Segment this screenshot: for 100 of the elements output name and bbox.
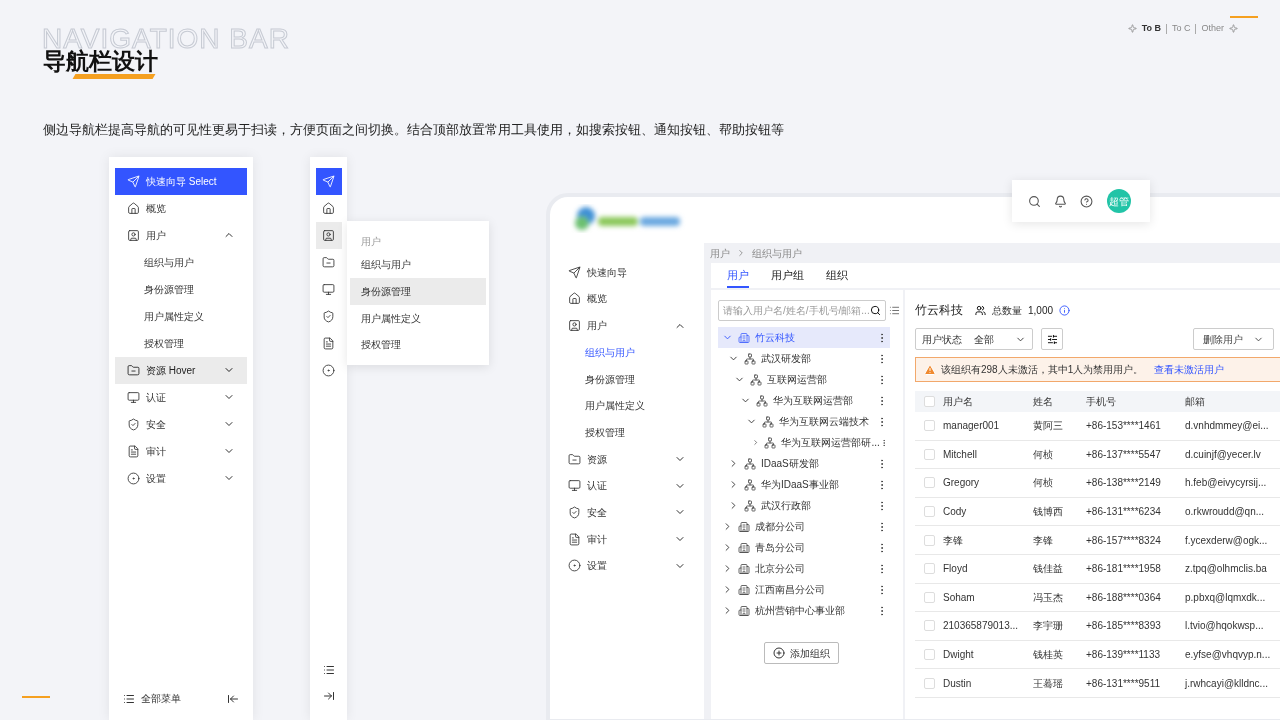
nav-subitem[interactable]: 用户属性定义 (115, 303, 247, 330)
search-icon[interactable] (1028, 194, 1041, 208)
tree-node[interactable]: 华为互联网云端技术 (718, 411, 890, 432)
nav-item[interactable]: 设置 (556, 552, 698, 580)
sparkle-icon (1127, 24, 1137, 34)
flyout-item[interactable]: 用户属性定义 (350, 304, 486, 332)
table-cell-text: o.rkwroudd@qn... (1185, 505, 1266, 520)
checkbox[interactable] (923, 620, 935, 632)
nav-subitem[interactable]: 组织与用户 (556, 339, 698, 366)
nav-item[interactable]: 概览 (115, 195, 247, 222)
checkbox[interactable] (923, 591, 935, 603)
folder-icon (568, 452, 581, 466)
nav-item[interactable]: 安全 (556, 499, 698, 526)
audience-tab[interactable]: To B (1141, 22, 1161, 36)
flyout-item[interactable]: 授权管理 (350, 331, 486, 358)
tree-node[interactable]: 武汉研发部 (718, 348, 890, 369)
status-filter[interactable]: 用户状态 全部 (915, 328, 1033, 350)
monitor-icon (127, 390, 140, 404)
nav-icon-button[interactable] (315, 168, 342, 195)
tree-node[interactable]: IDaaS研发部 (718, 453, 890, 474)
expand-icon[interactable] (322, 690, 335, 702)
menu-icon[interactable] (123, 692, 135, 705)
checkbox[interactable] (923, 420, 935, 432)
help-icon[interactable] (1080, 194, 1093, 208)
nav-item[interactable]: 设置 (115, 465, 247, 492)
nav-item[interactable]: 快速向导 Select (115, 168, 247, 195)
table-cell-text: 钱博西 (1033, 505, 1064, 520)
collapse-icon[interactable] (227, 692, 239, 705)
nav-subitem[interactable]: 授权管理 (115, 330, 247, 357)
checkbox[interactable] (923, 649, 935, 661)
nav-item[interactable]: 概览 (556, 285, 698, 313)
flyout-heading: 用户 (360, 234, 382, 249)
nav-subitem[interactable]: 用户属性定义 (556, 392, 698, 419)
nav-subitem[interactable]: 授权管理 (556, 419, 698, 446)
table-cell-text: +86-181****1958 (1086, 562, 1162, 577)
tree-node[interactable]: 武汉行政部 (718, 495, 890, 516)
table-cell-text: +86-157****8324 (1086, 533, 1162, 548)
all-menu-label[interactable]: 全部菜单 (141, 691, 221, 706)
audience-tab[interactable]: To C (1171, 22, 1191, 36)
nav-item[interactable]: 用户 (556, 312, 698, 339)
nav-item[interactable]: 审计 (556, 525, 698, 553)
menu-icon[interactable] (322, 664, 335, 676)
flyout-item[interactable]: 身份源管理 (350, 278, 486, 305)
add-org-button[interactable]: 添加组织 (763, 642, 839, 664)
nav-item[interactable]: 认证 (556, 472, 698, 499)
tab[interactable]: 用户 (727, 266, 749, 288)
checkbox[interactable] (923, 677, 935, 689)
tree-node[interactable]: 成都分公司 (718, 516, 890, 537)
nav-icon-button[interactable] (315, 222, 342, 249)
breadcrumb-separator-icon (736, 248, 746, 258)
tree-node[interactable]: 杭州营销中心事业部 (718, 600, 890, 621)
monitor-icon (568, 479, 581, 493)
checkbox[interactable] (923, 396, 935, 407)
accent-line (1230, 16, 1258, 18)
nav-item[interactable]: 资源 (556, 445, 698, 473)
tree-node[interactable]: 华为互联网运营部研... (718, 432, 890, 453)
accent-line (22, 696, 50, 698)
chevron-right-icon[interactable] (752, 437, 760, 448)
checkbox[interactable] (923, 534, 935, 546)
tree-node[interactable]: 互联网运营部 (718, 369, 890, 390)
bell-icon[interactable] (1054, 194, 1067, 208)
tree-node[interactable]: 北京分公司 (718, 558, 890, 579)
tree-node[interactable]: 华为互联网运营部 (718, 390, 890, 411)
flyout-item[interactable]: 组织与用户 (350, 251, 486, 278)
nav-item[interactable]: 审计 (115, 438, 247, 465)
nav-subitem[interactable]: 身份源管理 (115, 276, 247, 303)
filter-button[interactable] (1041, 328, 1063, 350)
nav-subitem[interactable]: 组织与用户 (115, 249, 247, 276)
table-cell-text: 何桢 (1033, 476, 1054, 491)
checkbox[interactable] (923, 448, 935, 460)
nav-item[interactable]: 认证 (115, 384, 247, 411)
user-card-icon (322, 228, 335, 242)
nav-item[interactable]: 资源 Hover (115, 357, 247, 384)
checkbox[interactable] (923, 506, 935, 518)
tab[interactable]: 组织 (826, 266, 848, 288)
search-icon[interactable] (870, 305, 881, 316)
delete-users-button[interactable]: 删除用户 (1193, 328, 1274, 350)
tree-node[interactable]: 青岛分公司 (718, 537, 890, 558)
list-icon[interactable] (889, 305, 900, 316)
tree-node[interactable]: 竹云科技 (718, 327, 890, 348)
nav-subitem[interactable]: 身份源管理 (556, 365, 698, 393)
tree-label: 华为互联网运营部研... (781, 436, 880, 450)
nav-item[interactable]: 用户 (115, 222, 247, 249)
alert-link[interactable]: 查看未激活用户 (1154, 362, 1225, 377)
tree-label: 北京分公司 (755, 562, 806, 576)
org-name: 竹云科技 (915, 302, 963, 319)
info-icon[interactable] (1059, 304, 1071, 316)
checkbox[interactable] (923, 563, 935, 575)
nav-item[interactable]: 快速向导 (556, 259, 698, 286)
org-chart-icon (744, 352, 756, 365)
org-chart-icon (744, 478, 756, 491)
table-cell-text: 李锋 (1033, 533, 1054, 548)
tree-label: IDaaS研发部 (761, 457, 820, 471)
org-chart-icon (764, 436, 777, 449)
checkbox[interactable] (923, 477, 935, 489)
nav-item[interactable]: 安全 (115, 411, 247, 438)
search-field[interactable]: 请输入用户名/姓名/手机号/邮箱... (718, 300, 886, 321)
tree-node[interactable]: 江西南昌分公司 (718, 579, 890, 600)
tab[interactable]: 用户组 (771, 266, 804, 288)
tree-node[interactable]: 华为IDaaS事业部 (718, 474, 890, 495)
